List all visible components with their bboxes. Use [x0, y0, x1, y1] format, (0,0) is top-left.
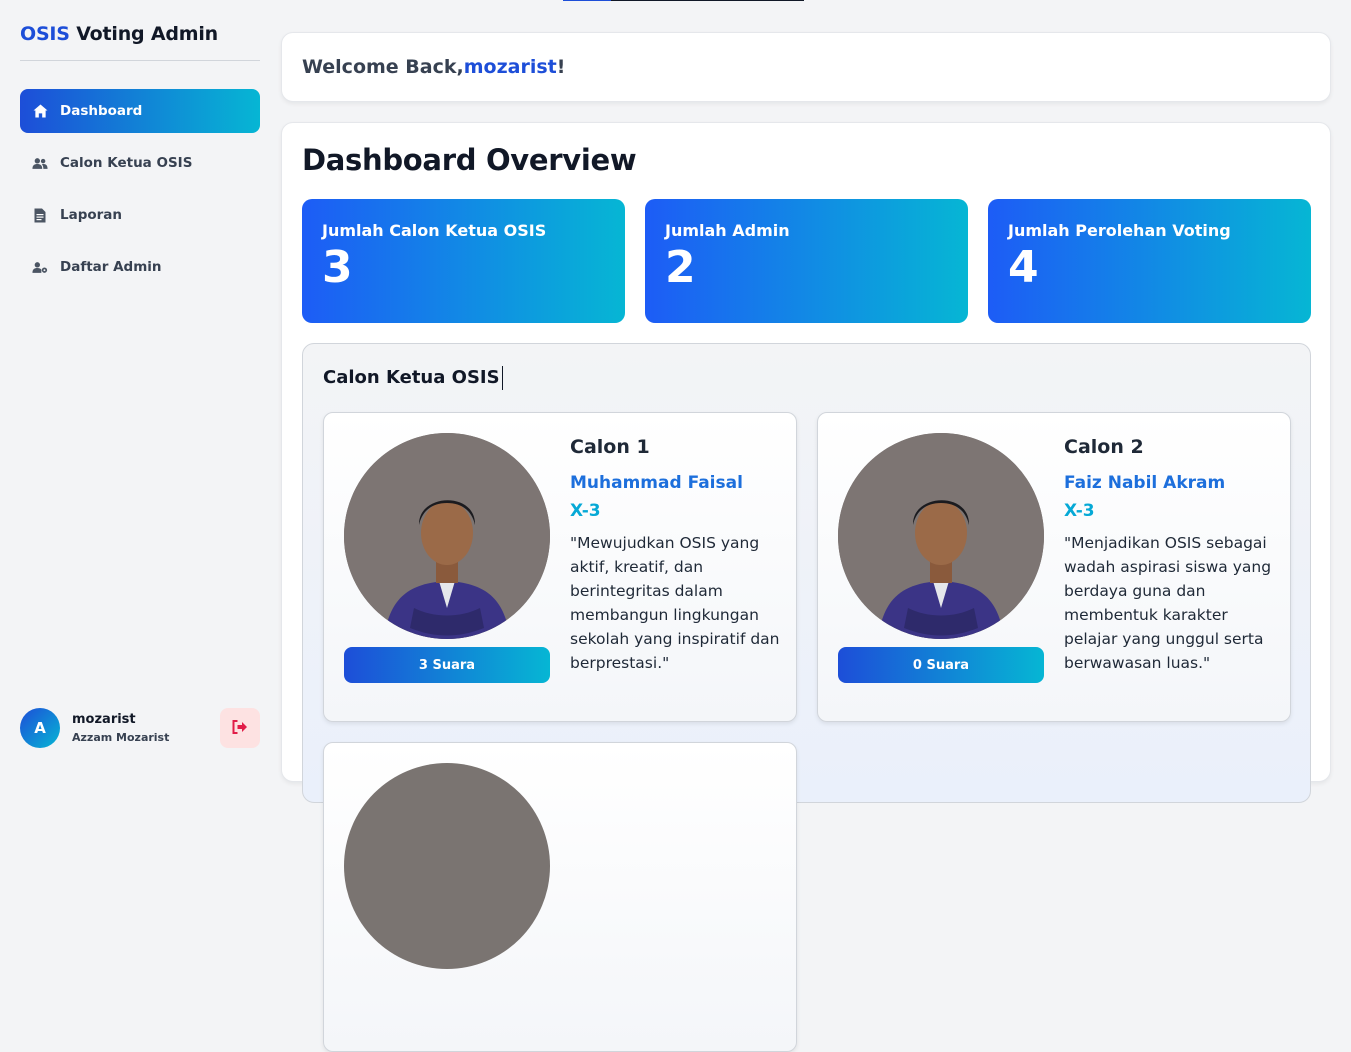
- users-icon: [32, 155, 48, 171]
- sidebar-item-laporan[interactable]: Laporan: [20, 193, 260, 237]
- candidate-card[interactable]: 3 Suara Calon 1 Muhammad Faisal X-3 "Mew…: [323, 412, 797, 722]
- sidebar-item-label: Daftar Admin: [60, 259, 162, 275]
- sidebar-item-label: Calon Ketua OSIS: [60, 155, 193, 171]
- candidate-photo: [344, 763, 550, 969]
- candidate-photo: [344, 433, 550, 639]
- sidebar-item-label: Laporan: [60, 207, 123, 223]
- sidebar-nav: Dashboard Calon Ketua OSIS Laporan Dafta…: [20, 89, 260, 289]
- page-title: Dashboard Overview: [302, 143, 637, 177]
- welcome-username: mozarist: [463, 56, 557, 78]
- candidate-photo: [838, 433, 1044, 639]
- sidebar-item-dashboard[interactable]: Dashboard: [20, 89, 260, 133]
- current-user: A mozarist Azzam Mozarist: [20, 708, 260, 748]
- welcome-prefix: Welcome Back,: [302, 56, 464, 78]
- user-full-name: Azzam Mozarist: [72, 730, 170, 744]
- user-username: mozarist: [72, 712, 136, 728]
- candidate-info: Calon 2 Faiz Nabil Akram X-3 "Menjadikan…: [1064, 433, 1274, 675]
- brand-accent: OSIS: [20, 23, 70, 45]
- stat-value: 2: [665, 242, 696, 293]
- sidebar-item-daftar-admin[interactable]: Daftar Admin: [20, 245, 260, 289]
- candidate-number: Calon 2: [1064, 436, 1144, 458]
- stat-label: Jumlah Calon Ketua OSIS: [322, 221, 547, 240]
- candidate-vision: "Mewujudkan OSIS yang aktif, kreatif, da…: [570, 534, 780, 672]
- candidate-card[interactable]: [323, 742, 797, 1052]
- dashboard-overview: Dashboard Overview Jumlah Calon Ketua OS…: [281, 122, 1331, 1052]
- sidebar-item-label: Dashboard: [60, 103, 143, 119]
- stat-card-votes: Jumlah Perolehan Voting 4: [988, 199, 1311, 323]
- candidate-name: Faiz Nabil Akram: [1064, 473, 1226, 493]
- stat-value: 4: [1008, 242, 1039, 293]
- candidate-vision: "Menjadikan OSIS sebagai wadah aspirasi …: [1064, 534, 1272, 672]
- brand-rest: Voting Admin: [69, 23, 219, 45]
- candidate-card[interactable]: 0 Suara Calon 2 Faiz Nabil Akram X-3 "Me…: [817, 412, 1291, 722]
- candidate-number: Calon 1: [570, 436, 650, 458]
- avatar: A: [20, 708, 60, 748]
- candidate-name: Muhammad Faisal: [570, 473, 743, 493]
- vote-count-badge: 3 Suara: [344, 647, 550, 683]
- vote-count-badge: 0 Suara: [838, 647, 1044, 683]
- stat-card-admins: Jumlah Admin 2: [645, 199, 968, 323]
- brand-divider: [20, 60, 260, 61]
- page-loading-bar: [563, 0, 804, 1]
- app-brand: OSIS Voting Admin: [20, 20, 260, 48]
- candidate-class: X-3: [1064, 501, 1095, 521]
- welcome-banner: Welcome Back, mozarist!: [281, 32, 1331, 102]
- stat-label: Jumlah Admin: [665, 221, 790, 240]
- user-text: mozarist Azzam Mozarist: [72, 712, 169, 744]
- user-gear-icon: [32, 259, 48, 275]
- logout-icon: [232, 719, 248, 738]
- candidates-panel: Calon Ketua OSIS 3 Suara Calon 1 Muhamma…: [302, 343, 1311, 1052]
- sidebar: OSIS Voting Admin Dashboard Calon Ketua …: [0, 0, 280, 768]
- welcome-suffix: !: [556, 56, 566, 78]
- candidate-class: X-3: [570, 501, 601, 521]
- home-icon: [32, 103, 48, 119]
- candidates-title: Calon Ketua OSIS: [323, 366, 503, 390]
- document-icon: [32, 207, 48, 223]
- sidebar-item-calon-ketua-osis[interactable]: Calon Ketua OSIS: [20, 141, 260, 185]
- stat-card-candidates: Jumlah Calon Ketua OSIS 3: [302, 199, 625, 323]
- stat-value: 3: [322, 242, 353, 293]
- stat-label: Jumlah Perolehan Voting: [1008, 221, 1231, 240]
- candidate-info: Calon 1 Muhammad Faisal X-3 "Mewujudkan …: [570, 433, 780, 675]
- logout-button[interactable]: [220, 708, 260, 748]
